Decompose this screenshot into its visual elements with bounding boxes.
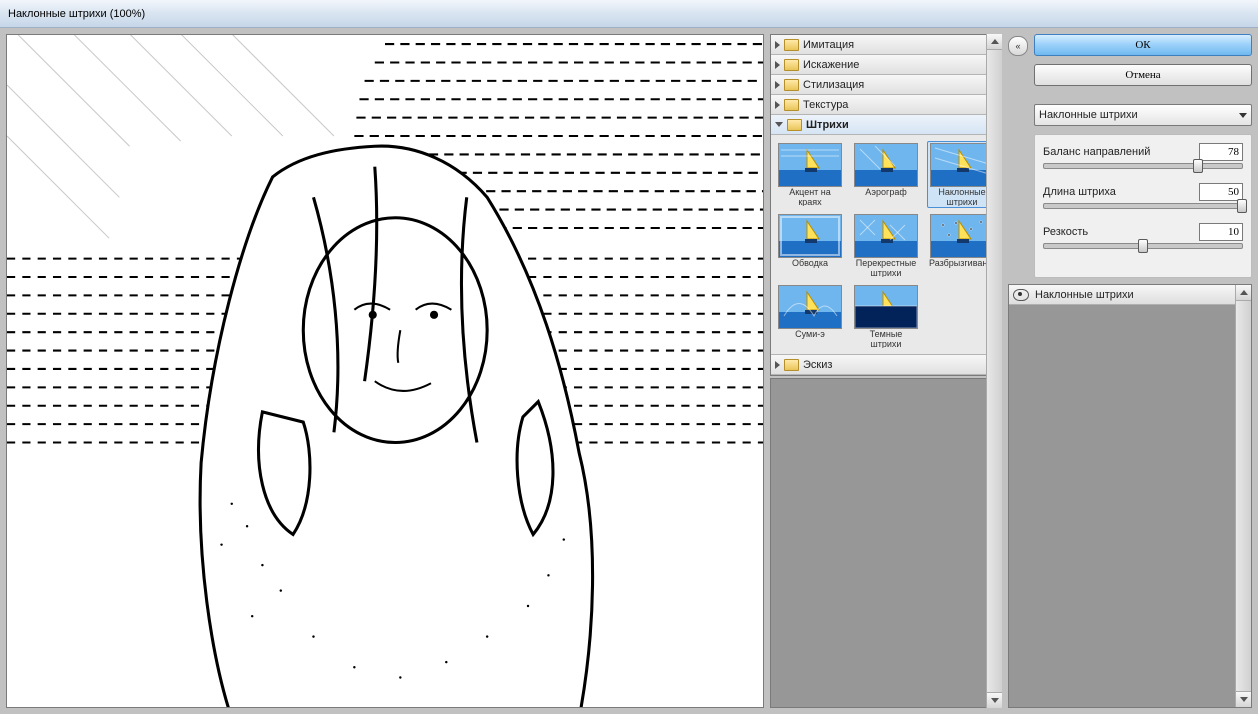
param-row: Резкость xyxy=(1043,223,1243,249)
effect-layer-label: Наклонные штрихи xyxy=(1035,289,1134,301)
preview-pane[interactable] xyxy=(6,34,764,708)
filter-category-list[interactable]: Имитация Искажение Стилизация Текстура xyxy=(770,34,1002,376)
effect-layer-row[interactable]: Наклонные штрихи xyxy=(1009,285,1251,305)
param-label: Резкость xyxy=(1043,226,1088,238)
param-row: Баланс направлений xyxy=(1043,143,1243,169)
chevron-down-icon xyxy=(1239,113,1247,118)
filter-thumb[interactable]: Суми-э xyxy=(775,283,845,350)
category-texture[interactable]: Текстура xyxy=(771,95,1001,115)
category-stylize[interactable]: Стилизация xyxy=(771,75,1001,95)
chevron-right-icon xyxy=(775,41,780,49)
scroll-down-button[interactable] xyxy=(1236,691,1251,707)
folder-icon xyxy=(784,39,799,51)
scroll-up-button[interactable] xyxy=(987,34,1002,50)
param-row: Длина штриха xyxy=(1043,183,1243,209)
slider-knob[interactable] xyxy=(1138,239,1148,253)
category-strokes[interactable]: Штрихи xyxy=(771,115,1001,135)
category-distort[interactable]: Искажение xyxy=(771,55,1001,75)
chevron-down-icon xyxy=(991,698,999,703)
chevron-right-icon xyxy=(775,101,780,109)
category-label: Стилизация xyxy=(803,79,864,91)
filter-thumb-label: Аэрограф xyxy=(853,188,919,206)
filter-select-value: Наклонные штрихи xyxy=(1039,109,1138,121)
category-label: Имитация xyxy=(803,39,854,51)
layers-scrollbar[interactable] xyxy=(1235,285,1251,707)
double-chevron-icon: « xyxy=(1015,41,1020,51)
cancel-button[interactable]: Отмена xyxy=(1034,64,1252,86)
folder-icon xyxy=(784,59,799,71)
chevron-right-icon xyxy=(775,61,780,69)
filter-thumb[interactable]: Аэрограф xyxy=(851,141,921,208)
action-row: « ОК Отмена Наклонные штрихи Баланс напр… xyxy=(1008,34,1252,278)
parameters-panel: Баланс направлений Длина штриха Резкость xyxy=(1034,134,1252,278)
filter-thumb[interactable]: Акцент на краях xyxy=(775,141,845,208)
category-label: Текстура xyxy=(803,99,848,111)
gallery-scrollbar[interactable] xyxy=(986,34,1002,708)
folder-icon xyxy=(787,119,802,131)
scroll-up-button[interactable] xyxy=(1236,285,1251,301)
content-area: Имитация Искажение Стилизация Текстура xyxy=(0,28,1258,714)
param-label: Баланс направлений xyxy=(1043,146,1150,158)
window-title: Наклонные штрихи (100%) xyxy=(8,8,145,20)
title-bar: Наклонные штрихи (100%) xyxy=(0,0,1258,28)
chevron-down-icon xyxy=(775,122,783,127)
chevron-down-icon xyxy=(1240,697,1248,702)
slider-knob[interactable] xyxy=(1193,159,1203,173)
filter-thumb[interactable]: Перекрестные штрихи xyxy=(851,212,921,279)
param-slider[interactable] xyxy=(1043,163,1243,169)
category-label: Эскиз xyxy=(803,359,832,371)
param-slider[interactable] xyxy=(1043,243,1243,249)
param-value-input[interactable] xyxy=(1199,183,1243,201)
filter-thumb-label: Обводка xyxy=(777,259,843,277)
param-value-input[interactable] xyxy=(1199,143,1243,161)
slider-knob[interactable] xyxy=(1237,199,1247,213)
param-label: Длина штриха xyxy=(1043,186,1116,198)
filter-thumb-label: Перекрестные штрихи xyxy=(853,259,919,277)
folder-icon xyxy=(784,79,799,91)
chevron-up-icon xyxy=(1240,290,1248,295)
gallery-empty-area xyxy=(770,378,1002,708)
folder-icon xyxy=(784,359,799,371)
param-slider[interactable] xyxy=(1043,203,1243,209)
filter-select[interactable]: Наклонные штрихи xyxy=(1034,104,1252,126)
eye-icon[interactable] xyxy=(1013,289,1029,301)
category-imitation[interactable]: Имитация xyxy=(771,35,1001,55)
folder-icon xyxy=(784,99,799,111)
filter-thumbnails: Акцент на краях Аэрограф Наклонные штрих… xyxy=(771,135,1001,355)
filter-thumb[interactable]: Темные штрихи xyxy=(851,283,921,350)
filter-thumb-label: Темные штрихи xyxy=(853,330,919,348)
settings-pane: « ОК Отмена Наклонные штрихи Баланс напр… xyxy=(1008,34,1252,708)
scroll-down-button[interactable] xyxy=(987,692,1002,708)
filter-gallery: Имитация Искажение Стилизация Текстура xyxy=(770,34,1002,708)
category-sketch[interactable]: Эскиз xyxy=(771,355,1001,375)
category-label: Искажение xyxy=(803,59,859,71)
param-value-input[interactable] xyxy=(1199,223,1243,241)
filter-thumb-label: Суми-э xyxy=(777,330,843,348)
filter-thumb-label: Акцент на краях xyxy=(777,188,843,206)
filter-thumb[interactable]: Обводка xyxy=(775,212,845,279)
chevron-right-icon xyxy=(775,361,780,369)
preview-canvas xyxy=(7,35,763,707)
chevron-up-icon xyxy=(991,39,999,44)
chevron-right-icon xyxy=(775,81,780,89)
ok-button[interactable]: ОК xyxy=(1034,34,1252,56)
collapse-toggle[interactable]: « xyxy=(1008,36,1028,56)
effect-layers-panel: Наклонные штрихи xyxy=(1008,284,1252,708)
category-label: Штрихи xyxy=(806,119,849,131)
